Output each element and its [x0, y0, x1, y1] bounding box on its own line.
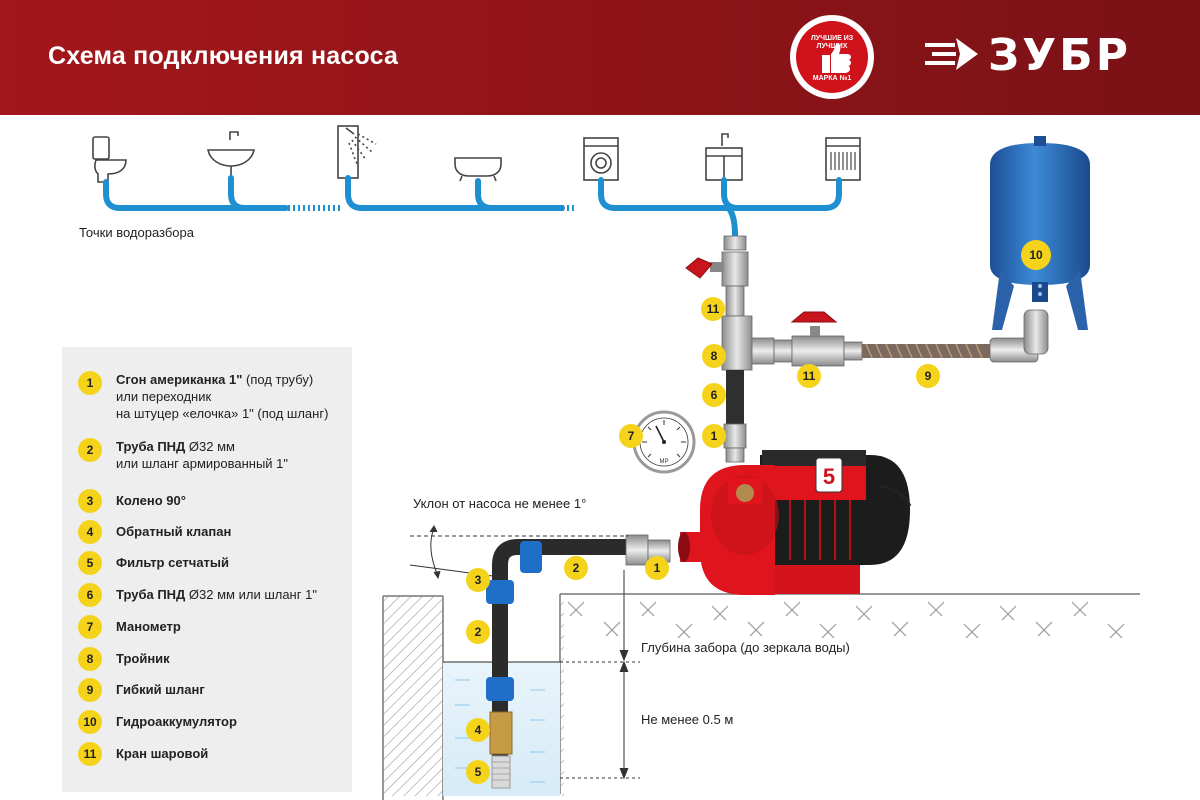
legend-item-3: 3 Колено 90° — [78, 489, 186, 513]
legend-detail-line2: или переходник — [116, 389, 212, 404]
legend-title: Гидроаккумулятор — [116, 714, 237, 729]
supply-lines — [103, 175, 842, 238]
pump-warranty-label: 5 — [823, 464, 835, 489]
legend-title: Колено 90° — [116, 493, 186, 508]
gauge-unit: MP — [660, 459, 669, 465]
sink-icon — [207, 131, 255, 178]
ball-valve-red-handle — [685, 257, 724, 279]
pressure-tank — [990, 136, 1090, 330]
legend-item-2: 2 Труба ПНД Ø32 мм или шланг армированный… — [78, 438, 288, 472]
legend-number: 8 — [78, 647, 102, 671]
legend-number: 6 — [78, 583, 102, 607]
pressure-gauge: MP — [632, 410, 696, 474]
callout-9-hose: 9 — [916, 364, 940, 388]
kitchen-sink-icon — [705, 133, 743, 181]
legend-detail: Ø32 мм или шланг 1" — [185, 587, 317, 602]
riser-assembly — [721, 235, 775, 463]
legend-title: Тройник — [116, 651, 170, 666]
bathtub-icon — [454, 157, 502, 182]
legend-number: 5 — [78, 551, 102, 575]
callout-6-pipe: 6 — [702, 383, 726, 407]
dishwasher-icon — [825, 137, 861, 181]
legend-item-10: 10 Гидроаккумулятор — [78, 710, 237, 734]
legend-title: Труба ПНД — [116, 439, 186, 454]
toilet-icon — [92, 136, 127, 183]
legend-detail-line3: на штуцер «елочка» 1" (под шланг) — [116, 406, 329, 421]
callout-7-gauge: 7 — [619, 424, 643, 448]
legend-number: 1 — [78, 371, 102, 395]
callout-11-riser-valve: 11 — [701, 297, 725, 321]
legend-number: 10 — [78, 710, 102, 734]
legend-item-11: 11 Кран шаровой — [78, 742, 208, 766]
shower-icon — [337, 125, 377, 179]
tank-branch — [773, 309, 1049, 367]
legend-item-8: 8 Тройник — [78, 647, 170, 671]
legend-detail-line2: или шланг армированный 1" — [116, 456, 289, 471]
depth-caption: Глубина забора (до зеркала воды) — [641, 640, 850, 655]
legend-title: Обратный клапан — [116, 524, 232, 539]
callout-10-tank: 10 — [1021, 240, 1051, 270]
legend-number: 4 — [78, 520, 102, 544]
callout-4-check-valve: 4 — [466, 718, 490, 742]
legend-title: Кран шаровой — [116, 746, 209, 761]
legend-title: Манометр — [116, 619, 181, 634]
pump: 5 — [678, 450, 912, 595]
legend-title: Сгон американка 1" — [116, 372, 243, 387]
callout-1-union: 1 — [702, 424, 726, 448]
legend-detail: (под трубу) — [242, 372, 314, 387]
legend-item-9: 9 Гибкий шланг — [78, 678, 205, 702]
callout-5-filter: 5 — [466, 760, 490, 784]
legend-number: 2 — [78, 438, 102, 462]
legend-item-5: 5 Фильтр сетчатый — [78, 551, 229, 575]
callout-2-pipe-vertical: 2 — [466, 620, 490, 644]
slope-caption: Уклон от насоса не менее 1° — [413, 496, 587, 511]
legend-item-1: 1 Сгон американка 1" (под трубу) или пере… — [78, 371, 328, 422]
callout-1-pump-union: 1 — [645, 556, 669, 580]
min-depth-caption: Не менее 0.5 м — [641, 712, 734, 727]
legend-title: Труба ПНД — [116, 587, 186, 602]
callout-3-elbow: 3 — [466, 568, 490, 592]
callout-11-branch-valve: 11 — [797, 364, 821, 388]
legend-item-7: 7 Манометр — [78, 615, 181, 639]
points-caption: Точки водоразбора — [79, 225, 194, 240]
callout-8-tee: 8 — [702, 344, 726, 368]
legend-number: 3 — [78, 489, 102, 513]
legend-title: Гибкий шланг — [116, 682, 205, 697]
legend-number: 7 — [78, 615, 102, 639]
washing-machine-icon — [583, 137, 619, 181]
legend-item-4: 4 Обратный клапан — [78, 520, 231, 544]
legend-detail: Ø32 мм — [185, 439, 235, 454]
callout-2-pipe-horizontal: 2 — [564, 556, 588, 580]
legend-title: Фильтр сетчатый — [116, 555, 230, 570]
legend-item-6: 6 Труба ПНД Ø32 мм или шланг 1" — [78, 583, 317, 607]
legend-number: 9 — [78, 678, 102, 702]
legend-panel: 1 Сгон американка 1" (под трубу) или пере… — [62, 347, 352, 792]
legend-number: 11 — [78, 742, 102, 766]
